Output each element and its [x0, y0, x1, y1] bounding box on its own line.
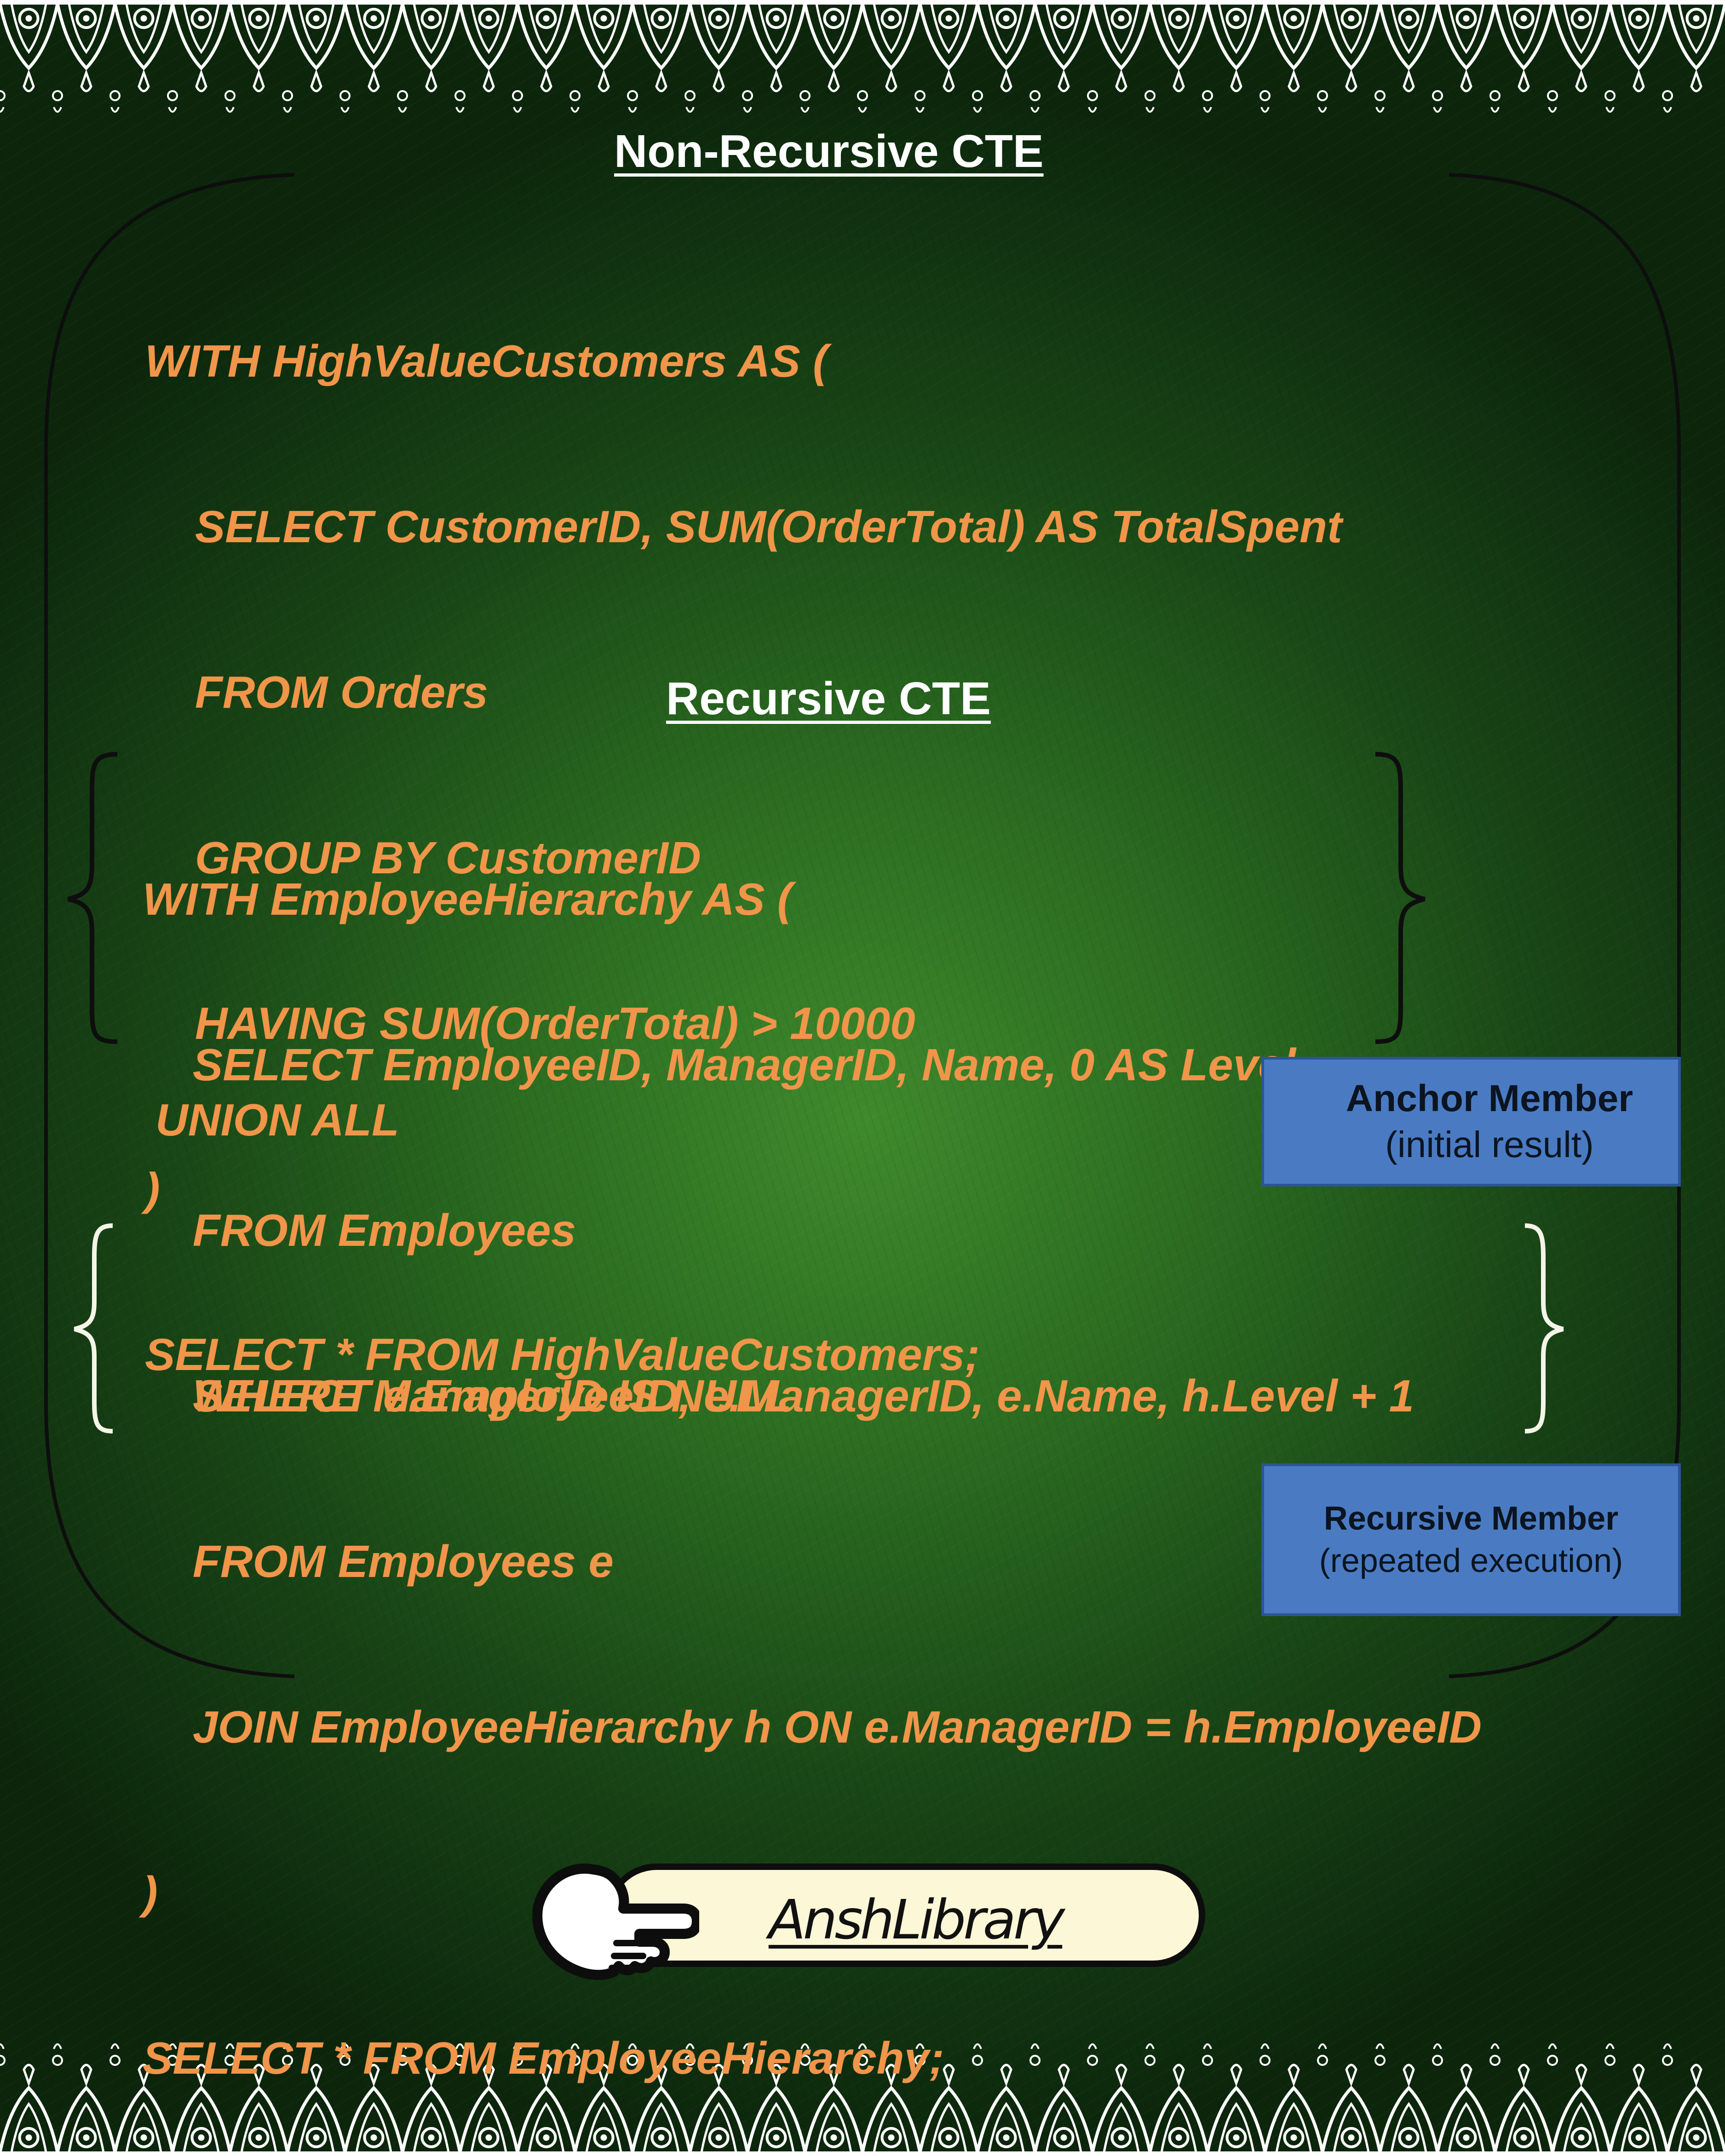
- code-line: FROM Employees: [143, 1205, 576, 1256]
- recursive-left-brace: [74, 1223, 113, 1434]
- code-line: SELECT * FROM EmployeeHierarchy;: [143, 2033, 944, 2083]
- brand-name[interactable]: AnshLibrary: [754, 1888, 1076, 1951]
- anchor-member-callout: Anchor Member (initial result): [1261, 1057, 1681, 1187]
- recursive-code-block: SELECT e.EmployeeID, e.ManagerID, e.Name…: [143, 1258, 1482, 2141]
- callout-subtitle: (initial result): [1385, 1124, 1594, 1165]
- recursive-right-brace: [1524, 1223, 1564, 1434]
- callout-title: Recursive Member: [1323, 1500, 1619, 1537]
- code-line: SELECT e.EmployeeID, e.ManagerID, e.Name…: [143, 1370, 1414, 1421]
- code-line: SELECT EmployeeID, ManagerID, Name, 0 AS…: [143, 1039, 1296, 1090]
- code-line: SELECT CustomerID, SUM(OrderTotal) AS To…: [145, 501, 1342, 552]
- anchor-right-brace: [1375, 752, 1426, 1044]
- union-all-keyword: UNION ALL: [155, 1095, 399, 1145]
- pointing-hand-icon: [532, 1864, 699, 1980]
- callout-title: Anchor Member: [1346, 1078, 1633, 1119]
- recursive-member-callout: Recursive Member (repeated execution): [1261, 1463, 1681, 1616]
- recursive-heading: Recursive CTE: [666, 673, 991, 724]
- code-line: WITH EmployeeHierarchy AS (: [143, 874, 793, 924]
- callout-subtitle: (repeated execution): [1319, 1542, 1623, 1579]
- anchor-left-brace: [67, 752, 118, 1044]
- code-line: JOIN EmployeeHierarchy h ON e.ManagerID …: [143, 1702, 1482, 1752]
- code-line: WITH HighValueCustomers AS (: [145, 336, 828, 386]
- frame-right-bracket: [1449, 173, 1681, 1678]
- non-recursive-heading: Non-Recursive CTE: [614, 126, 1044, 177]
